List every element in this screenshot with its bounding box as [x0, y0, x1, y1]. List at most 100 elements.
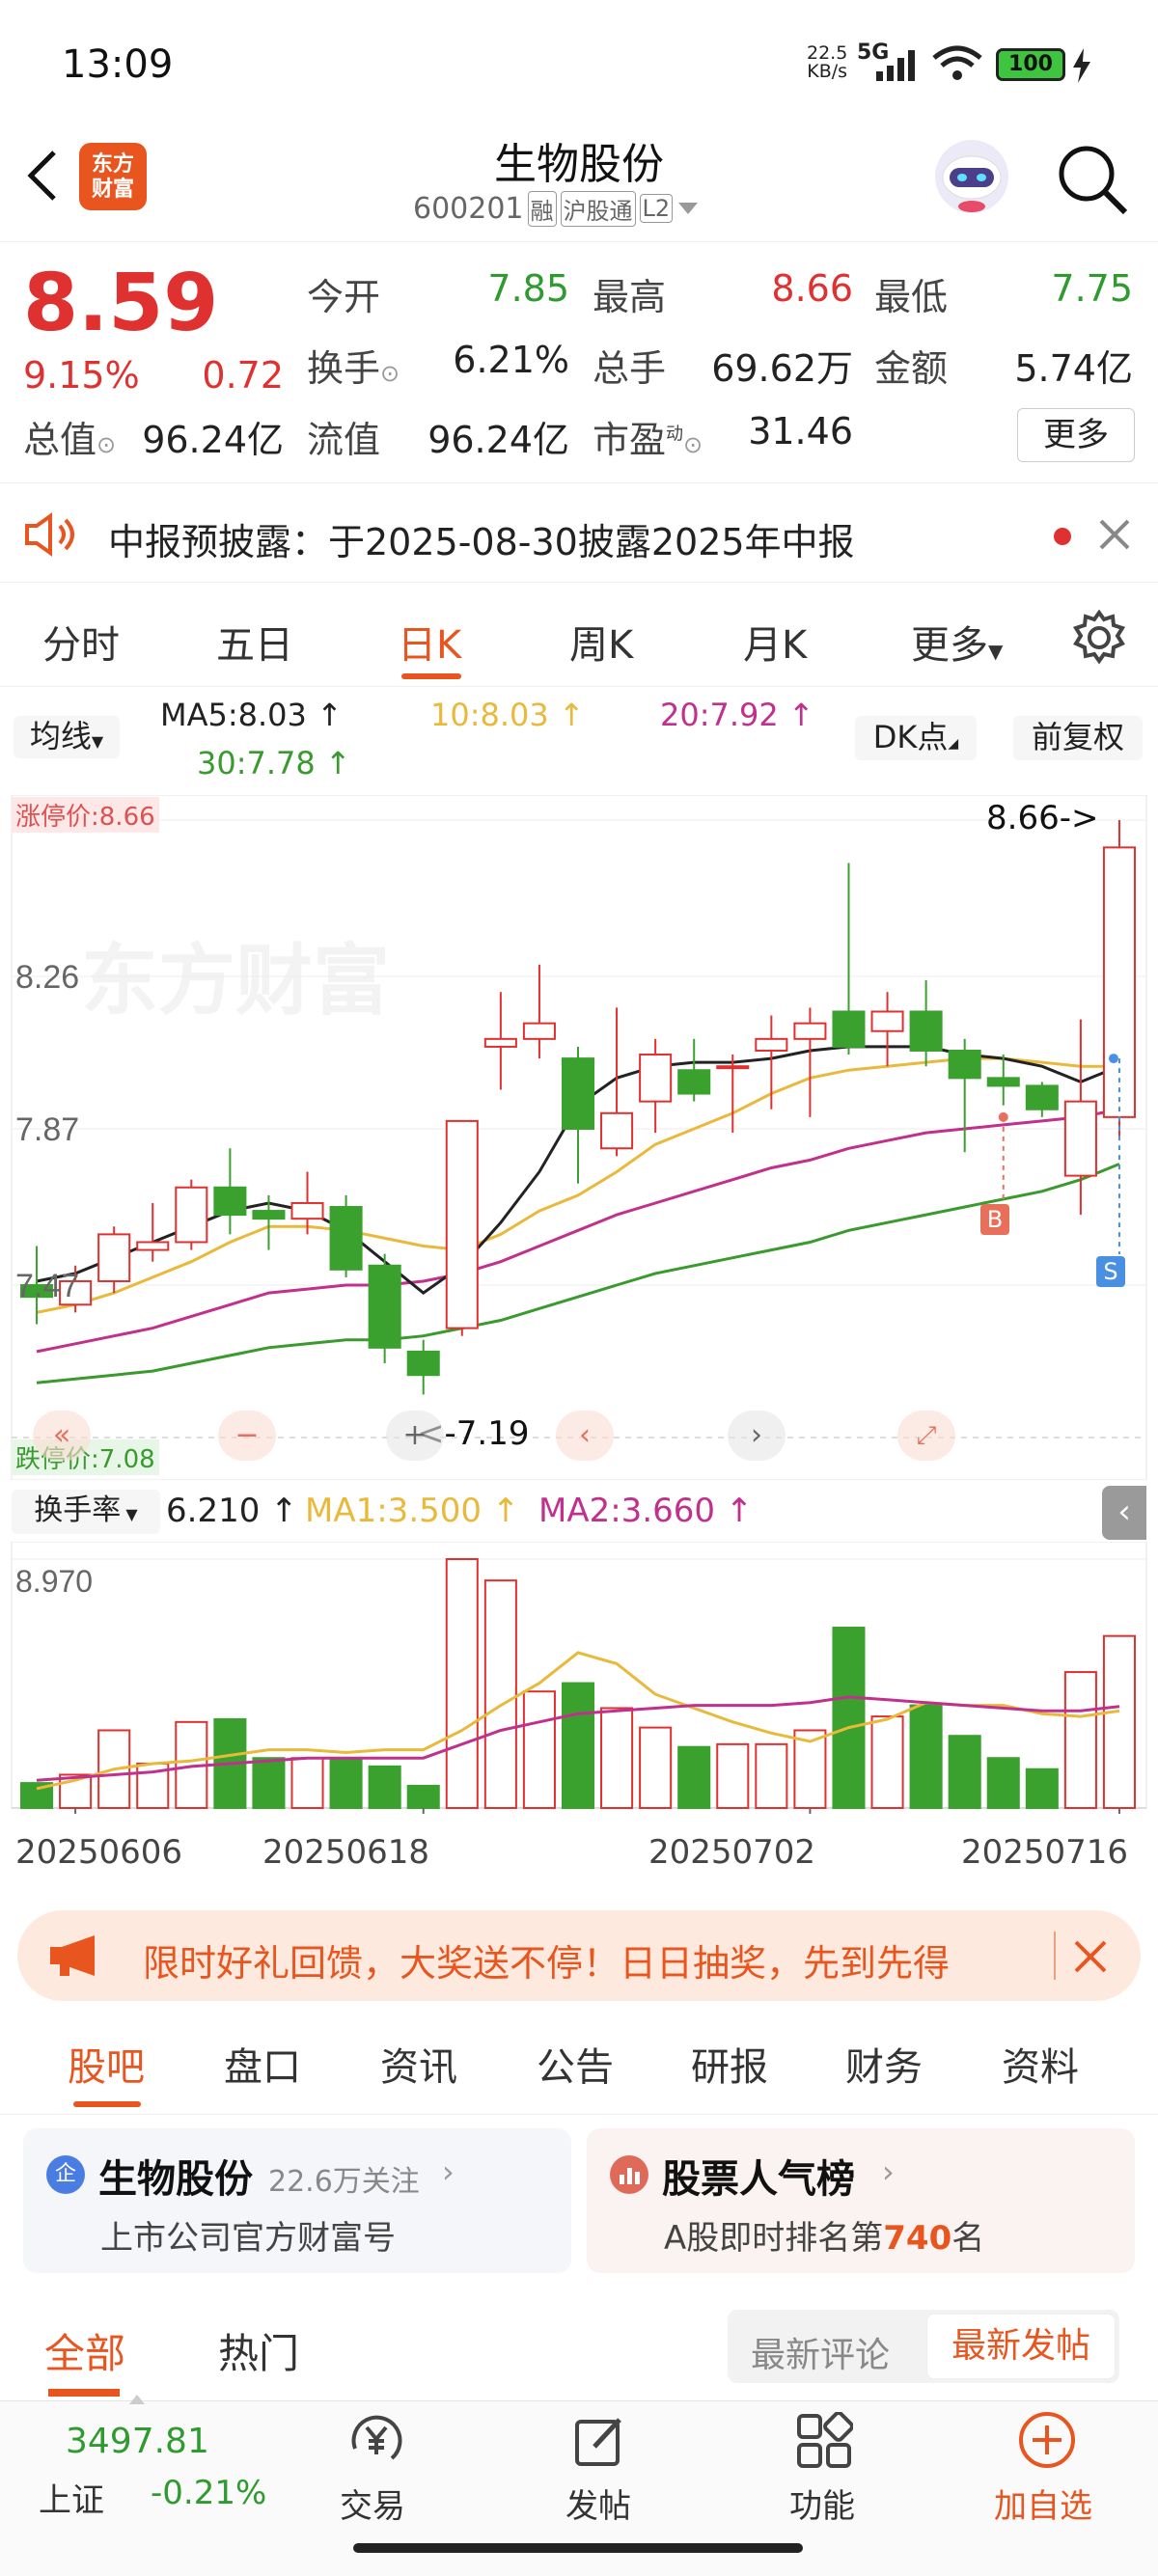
fullscreen-icon[interactable]: ⤢ [897, 1411, 955, 1461]
turnover-bar [870, 1715, 904, 1810]
candle-body [406, 1350, 440, 1377]
tab-five-day[interactable]: 五日 [216, 614, 293, 670]
candle-body [445, 1119, 479, 1329]
scroll-start-icon[interactable]: « [33, 1411, 91, 1461]
tab-profile[interactable]: 资料 [1002, 2036, 1079, 2092]
zoom-in-icon[interactable]: + [386, 1411, 444, 1461]
nav-post[interactable]: 发帖 [565, 2480, 631, 2527]
info-icon[interactable]: ⊙ [380, 360, 400, 387]
candle-body [870, 1010, 904, 1032]
tab-announcements[interactable]: 公告 [537, 2036, 614, 2092]
scroll-right-icon[interactable]: › [728, 1411, 786, 1461]
tab-hot[interactable]: 热门 [218, 2321, 299, 2380]
turnover-bar [1063, 1671, 1097, 1809]
info-icon[interactable]: ⊙ [96, 431, 116, 458]
tab-news[interactable]: 资讯 [380, 2036, 457, 2092]
tab-all[interactable]: 全部 [44, 2321, 125, 2380]
sort-latest-comment[interactable]: 最新评论 [751, 2327, 890, 2377]
dropdown-icon[interactable] [676, 200, 700, 217]
functions-grid-icon[interactable] [795, 2412, 853, 2470]
tab-monthly-k[interactable]: 月K [743, 614, 807, 670]
candle-body [97, 1233, 131, 1282]
sort-latest-post[interactable]: 最新发帖 [926, 2314, 1116, 2379]
popularity-title: 股票人气榜 [662, 2157, 855, 2202]
feed-tabs: 全部 热门 最新评论 最新发帖 [0, 2296, 1158, 2400]
turnover-bar [677, 1745, 711, 1810]
indicator-select[interactable]: 换手率 ▼ [12, 1490, 160, 1534]
settings-gear-icon[interactable] [1071, 610, 1127, 666]
battery-indicator: 100 [996, 48, 1065, 81]
info-icon[interactable]: ⊙ [683, 431, 703, 458]
level2-badge: L2 [639, 194, 674, 223]
candle-body [561, 1057, 595, 1130]
more-button[interactable]: 更多 [1017, 408, 1135, 462]
nav-add-watchlist[interactable]: 加自选 [994, 2480, 1092, 2527]
candle-body [1102, 846, 1136, 1118]
change-percent: 9.15% [23, 354, 140, 397]
close-icon[interactable] [1098, 518, 1131, 551]
nav-functions[interactable]: 功能 [789, 2480, 855, 2527]
collapse-panel-icon[interactable]: ‹ [1102, 1486, 1146, 1540]
dropdown-icon: ▼ [91, 732, 104, 751]
close-icon[interactable] [1073, 1939, 1108, 1974]
promo-banner[interactable]: 限时好礼回馈，大奖送不停！日日抽奖，先到先得 [17, 1910, 1141, 2001]
zoom-out-icon[interactable]: − [218, 1411, 276, 1461]
turnover-bar [329, 1757, 363, 1810]
speaker-icon [25, 512, 74, 557]
official-subtitle: 上市公司官方财富号 [100, 2219, 396, 2258]
notice-bar[interactable]: 中报预披露：于2025-08-30披露2025年中报 [0, 482, 1158, 583]
tab-intraday[interactable]: 分时 [42, 614, 120, 670]
official-title: 生物股份 [98, 2157, 253, 2202]
candle-body [329, 1206, 363, 1271]
turnover-bar [406, 1784, 440, 1809]
official-account-card[interactable]: 企 生物股份 22.6万关注 › 上市公司官方财富号 [23, 2128, 571, 2273]
turnover-bar [948, 1735, 981, 1809]
tab-more[interactable]: 更多▼ [911, 614, 1003, 670]
turnover-chart[interactable]: 8.970 [0, 1542, 1158, 1814]
tab-financials[interactable]: 财务 [845, 2036, 923, 2092]
candle-body [1063, 1100, 1097, 1177]
tab-weekly-k[interactable]: 周K [569, 614, 633, 670]
stock-code-row: 600201 融 沪股通 L2 [413, 189, 700, 228]
ma5-readout: MA5:8.03 ↑ [160, 697, 343, 733]
candle-body [986, 1077, 1020, 1087]
candlestick-chart[interactable]: 东方财富 8.668.267.877.47 [0, 795, 1158, 1480]
sell-signal-marker[interactable]: S [1096, 1256, 1125, 1287]
open-value: 7.85 [487, 267, 569, 310]
candle-body [213, 1186, 247, 1217]
search-icon[interactable] [1054, 141, 1131, 218]
amount-value: 5.74亿 [1014, 347, 1133, 390]
candle-body [368, 1264, 401, 1349]
date-tick: 20250618 [262, 1833, 430, 1872]
nav-trade[interactable]: 交易 [340, 2480, 405, 2527]
date-axis: 20250606 20250618 20250702 20250716 [0, 1814, 1158, 1887]
scroll-left-icon[interactable]: ‹ [556, 1411, 614, 1461]
index-change[interactable]: -0.21% [151, 2474, 266, 2512]
dk-point-button[interactable]: DK点◢ [855, 716, 977, 760]
post-edit-icon[interactable] [571, 2412, 629, 2470]
connect-badge: 沪股通 [560, 190, 636, 227]
turnover-bar [986, 1757, 1020, 1810]
active-tab-indicator [73, 2101, 141, 2107]
trade-yen-icon[interactable] [347, 2412, 405, 2470]
buy-signal-marker[interactable]: B [980, 1204, 1009, 1235]
popularity-card[interactable]: 股票人气榜 › A股即时排名第740名 [587, 2128, 1135, 2273]
clock: 13:09 [62, 42, 174, 87]
adjust-button[interactable]: 前复权 [1013, 716, 1143, 760]
index-value[interactable]: 3497.81 [66, 2422, 209, 2461]
add-watchlist-icon[interactable] [1017, 2410, 1077, 2470]
tab-daily-k[interactable]: 日K [398, 614, 461, 670]
tab-forum[interactable]: 股吧 [68, 2036, 145, 2092]
ma-select[interactable]: 均线▼ [14, 716, 120, 758]
index-name[interactable]: 上证 [39, 2474, 104, 2521]
tab-order-book[interactable]: 盘口 [224, 2036, 301, 2092]
popularity-subtitle: A股即时排名第740名 [664, 2219, 985, 2258]
candle-body [522, 1022, 556, 1040]
robot-assistant-icon[interactable] [930, 135, 1013, 218]
candle-body [716, 1065, 750, 1070]
tab-research[interactable]: 研报 [691, 2036, 768, 2092]
pe-value: 31.46 [748, 410, 853, 452]
high-label: 最高 [593, 276, 667, 318]
active-tab-indicator [48, 2389, 120, 2397]
candle-body [677, 1069, 711, 1095]
